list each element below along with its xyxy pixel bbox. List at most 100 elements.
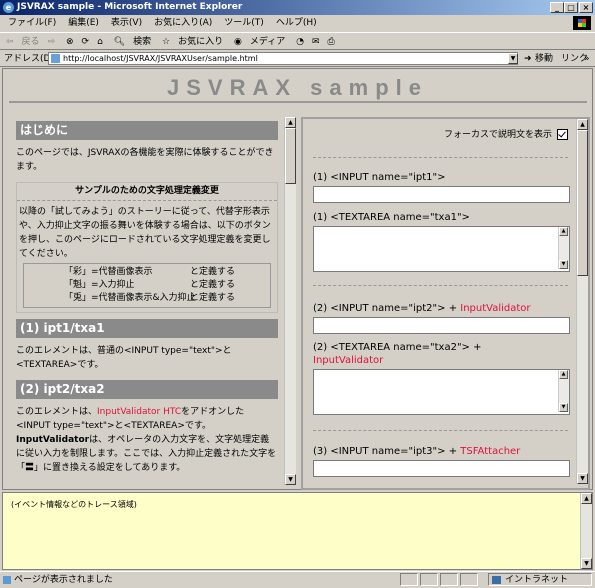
ipt3-attacher-name: TSFAttacher <box>460 446 521 457</box>
intranet-icon <box>492 576 501 584</box>
section-2-text-part: このエレメントは、 <box>16 407 98 417</box>
media-icon[interactable]: ◉ <box>234 37 242 47</box>
trace-placeholder: (イベント情報などのトレース領域) <box>11 500 137 509</box>
menu-favorites[interactable]: お気に入り(A) <box>154 18 212 28</box>
address-dropdown-button[interactable]: ▼ <box>508 53 518 64</box>
definition-row[interactable]: 「兎」=代替画像表示&入力抑止 と定義する <box>24 292 270 305</box>
window-title: JSVRAX sample - Microsoft Internet Explo… <box>17 2 243 12</box>
definition-name[interactable]: 「彩」=代替画像表示 <box>64 266 153 279</box>
links-expand-icon[interactable]: » <box>584 51 590 67</box>
left-pane-scrollbar[interactable]: ▲ ▼ <box>284 117 296 485</box>
ipt2-label-text: (2) <INPUT name="ipt2"> + <box>313 303 461 314</box>
scroll-up-button[interactable]: ▲ <box>577 119 588 130</box>
page-done-icon <box>3 576 11 584</box>
txa1-label: (1) <TEXTAREA name="txa1"> <box>313 212 470 223</box>
ipt2-validator-name: InputValidator <box>460 303 531 314</box>
scroll-thumb[interactable] <box>285 128 296 184</box>
heading-divider <box>9 101 587 103</box>
maximize-button[interactable]: □ <box>564 2 578 13</box>
media-button[interactable]: メディア <box>250 37 285 47</box>
scroll-thumb[interactable] <box>577 130 588 276</box>
ipt3-label: (3) <INPUT name="ipt3"> + TSFAttacher <box>313 445 520 459</box>
section-1-heading: (1) ipt1/txa1 <box>16 319 278 338</box>
textarea-scrollbar[interactable]: ▲ ▼ <box>558 227 569 269</box>
ipt3-input[interactable] <box>313 460 570 477</box>
search-icon[interactable]: 🔍︎ <box>114 37 125 47</box>
ipt2-input[interactable] <box>313 317 570 334</box>
minimize-button[interactable]: _ <box>550 2 564 13</box>
go-button[interactable]: 移動 <box>535 51 553 67</box>
definition-row[interactable]: 「魁」=入力抑止 と定義する <box>24 279 270 292</box>
definition-name[interactable]: 「兎」=代替画像表示&入力抑止 <box>64 292 196 305</box>
trace-area[interactable]: (イベント情報などのトレース領域) ▲ ▼ <box>2 492 593 570</box>
print-icon[interactable]: ⎙ <box>327 37 334 47</box>
sample-box-text: 以降の「試してみよう」のストーリーに従って、代替字形表示や、入力抑止文字の振る舞… <box>19 207 271 259</box>
address-label: アドレス(D) <box>4 54 54 64</box>
txa2-validator-name: InputValidator <box>313 355 384 366</box>
textarea-scrollbar[interactable]: ▲ ▼ <box>558 370 569 412</box>
txa1-textarea[interactable]: ▲ ▼ <box>313 226 570 272</box>
status-panel <box>460 573 478 586</box>
status-panel <box>420 573 438 586</box>
history-icon[interactable]: ◔ <box>296 37 304 47</box>
back-button[interactable]: 戻る <box>22 37 40 47</box>
focus-description-label: フォーカスで説明文を表示 <box>443 130 552 140</box>
menu-file[interactable]: ファイル(F) <box>8 18 56 28</box>
definition-suffix: と定義する <box>190 280 236 290</box>
scroll-up-button[interactable]: ▲ <box>559 227 568 236</box>
scroll-up-button[interactable]: ▲ <box>581 493 592 504</box>
toolbar: ⇦ 戻る ⇨ ⊗ ⟳ ⌂ 🔍︎ 検索 ☆ お気に入り ◉ メディア ◔ ✉ ⎙ <box>0 32 595 50</box>
definition-suffix: と定義する <box>190 293 236 303</box>
status-panel <box>440 573 458 586</box>
sample-definition-box: サンプルのための文字処理定義変更 以降の「試してみよう」のストーリーに従って、代… <box>16 182 278 313</box>
definition-suffix: と定義する <box>190 267 236 277</box>
favorites-button[interactable]: お気に入り <box>178 37 223 47</box>
right-pane: フォーカスで説明文を表示 (1) <INPUT name="ipt1"> (1)… <box>301 117 590 490</box>
stop-icon[interactable]: ⊗ <box>66 37 74 47</box>
scroll-down-button[interactable]: ▼ <box>285 474 296 485</box>
scroll-down-button[interactable]: ▼ <box>577 473 588 484</box>
focus-description-checkbox[interactable] <box>557 129 568 140</box>
menu-help[interactable]: ヘルプ(H) <box>276 18 317 28</box>
menu-edit[interactable]: 編集(E) <box>68 18 99 28</box>
section-2-heading: (2) ipt2/txa2 <box>16 380 278 399</box>
mail-icon[interactable]: ✉ <box>312 37 320 47</box>
menu-tools[interactable]: ツール(T) <box>224 18 264 28</box>
scroll-up-button[interactable]: ▲ <box>285 117 296 128</box>
right-pane-scrollbar[interactable]: ▲ ▼ <box>576 119 588 484</box>
title-bar: e JSVRAX sample - Microsoft Internet Expl… <box>0 0 595 15</box>
search-button[interactable]: 検索 <box>133 37 151 47</box>
section-2-text: このエレメントは、InputValidator HTCをアドオンした<INPUT… <box>16 405 278 475</box>
go-arrow-icon[interactable]: ➜ <box>524 51 532 67</box>
scroll-down-button[interactable]: ▼ <box>559 403 568 412</box>
address-bar: アドレス(D) http://localhost/JSVRAX/JSVRAXUs… <box>0 51 595 67</box>
definition-list: 「彩」=代替画像表示 と定義する 「魁」=入力抑止 と定義する 「兎」=代替画像表示… <box>23 263 271 308</box>
definition-row[interactable]: 「彩」=代替画像表示 と定義する <box>24 266 270 279</box>
address-input[interactable]: http://localhost/JSVRAX/JSVRAXUser/sampl… <box>48 52 518 65</box>
trace-scrollbar[interactable]: ▲ ▼ <box>580 493 592 569</box>
txa2-label: (2) <TEXTAREA name="txa2"> + <box>313 341 482 355</box>
address-url[interactable]: http://localhost/JSVRAX/JSVRAXUser/sampl… <box>63 54 258 63</box>
menu-bar: ファイル(F) 編集(E) 表示(V) お気に入り(A) ツール(T) ヘルプ(H) <box>0 16 595 31</box>
home-icon[interactable]: ⌂ <box>97 37 103 47</box>
status-panel <box>400 573 418 586</box>
ipt1-input[interactable] <box>313 186 570 203</box>
menu-view[interactable]: 表示(V) <box>111 18 142 28</box>
divider <box>313 285 568 286</box>
status-bar: ページが表示されました イントラネット <box>0 571 595 587</box>
ipt3-label-text: (3) <INPUT name="ipt3"> + <box>313 446 461 457</box>
page-title: JSVRAX sample <box>167 75 428 100</box>
forward-arrow-icon[interactable]: ⇨ <box>48 37 56 47</box>
back-arrow-icon[interactable]: ⇦ <box>6 37 14 47</box>
focus-description-toggle[interactable]: フォーカスで説明文を表示 <box>444 129 568 141</box>
zone-label: イントラネット <box>505 575 569 585</box>
definition-name[interactable]: 「魁」=入力抑止 <box>64 279 135 292</box>
scroll-down-button[interactable]: ▼ <box>581 558 592 569</box>
scroll-up-button[interactable]: ▲ <box>559 370 568 379</box>
favorites-icon[interactable]: ☆ <box>162 37 170 47</box>
txa2-textarea[interactable]: ▲ ▼ <box>313 369 570 415</box>
scroll-down-button[interactable]: ▼ <box>559 260 568 269</box>
close-button[interactable]: × <box>579 2 593 13</box>
refresh-icon[interactable]: ⟳ <box>82 37 90 47</box>
divider <box>313 430 568 431</box>
